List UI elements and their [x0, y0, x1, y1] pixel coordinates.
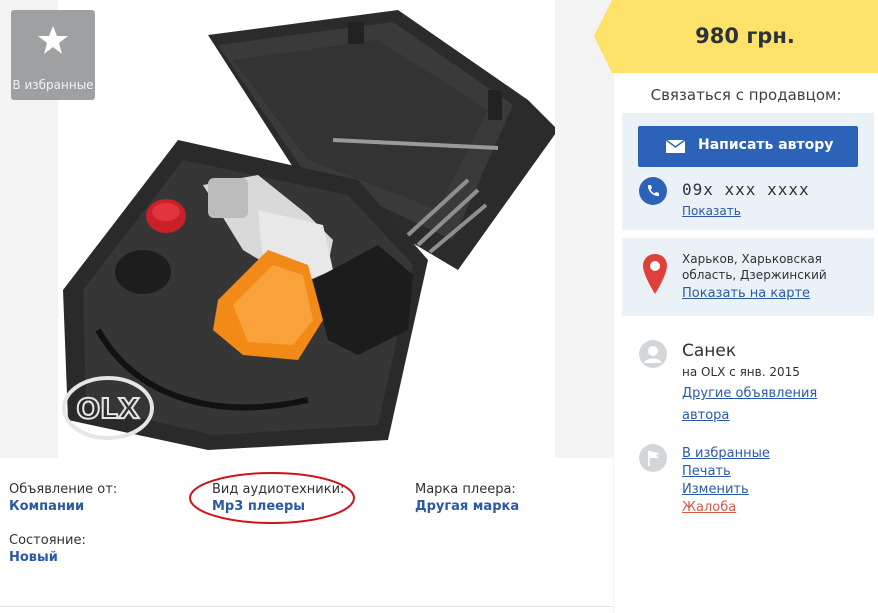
star-icon	[38, 26, 68, 54]
param-condition: Состояние: Новый	[9, 532, 86, 566]
price: 980 грн.	[695, 24, 795, 48]
param-value-link[interactable]: Компании	[9, 498, 117, 515]
member-since: на OLX с янв. 2015	[682, 365, 800, 379]
param-label: Марка плеера:	[415, 482, 516, 497]
param-seller-type: Объявление от: Компании	[9, 481, 117, 515]
add-to-favorites-button[interactable]: В избранные	[11, 10, 95, 100]
other-ads-link[interactable]: Другие объявления автора	[682, 383, 842, 427]
contact-title: Связаться с продавцом:	[650, 86, 842, 104]
location-address: Харьков, Харьковская область, Дзержински…	[682, 252, 827, 282]
map-pin-icon	[643, 254, 667, 294]
olx-watermark: OLX	[62, 376, 154, 440]
phone-number: 09x xxx xxxx	[682, 180, 810, 199]
param-value-link[interactable]: Другая марка	[415, 498, 519, 515]
divider	[0, 606, 613, 607]
phone-icon	[639, 177, 667, 205]
favorites-label: В избранные	[12, 78, 94, 92]
photo-gallery[interactable]: OLX В избранные	[0, 0, 613, 458]
envelope-icon	[666, 140, 685, 153]
listing-actions: В избранные Печать Изменить Жалоба	[682, 445, 770, 517]
flag-icon	[639, 444, 667, 472]
param-label: Объявление от:	[9, 482, 118, 497]
print-link[interactable]: Печать	[682, 463, 770, 481]
svg-text:OLX: OLX	[76, 392, 140, 425]
write-author-label: Написать автору	[698, 137, 834, 153]
param-value-link[interactable]: Новый	[9, 549, 86, 566]
write-author-button[interactable]: Написать автору	[638, 126, 858, 167]
param-player-brand: Марка плеера: Другая марка	[415, 481, 519, 515]
edit-link[interactable]: Изменить	[682, 481, 770, 499]
highlight-ellipse	[189, 472, 355, 524]
show-phone-link[interactable]: Показать	[682, 204, 741, 218]
add-to-favorites-link[interactable]: В избранные	[682, 445, 770, 463]
param-label: Состояние:	[9, 533, 86, 548]
show-on-map-link[interactable]: Показать на карте	[682, 286, 810, 301]
user-avatar-icon	[639, 340, 667, 368]
complaint-link[interactable]: Жалоба	[682, 499, 770, 517]
seller-name: Санек	[682, 341, 737, 361]
